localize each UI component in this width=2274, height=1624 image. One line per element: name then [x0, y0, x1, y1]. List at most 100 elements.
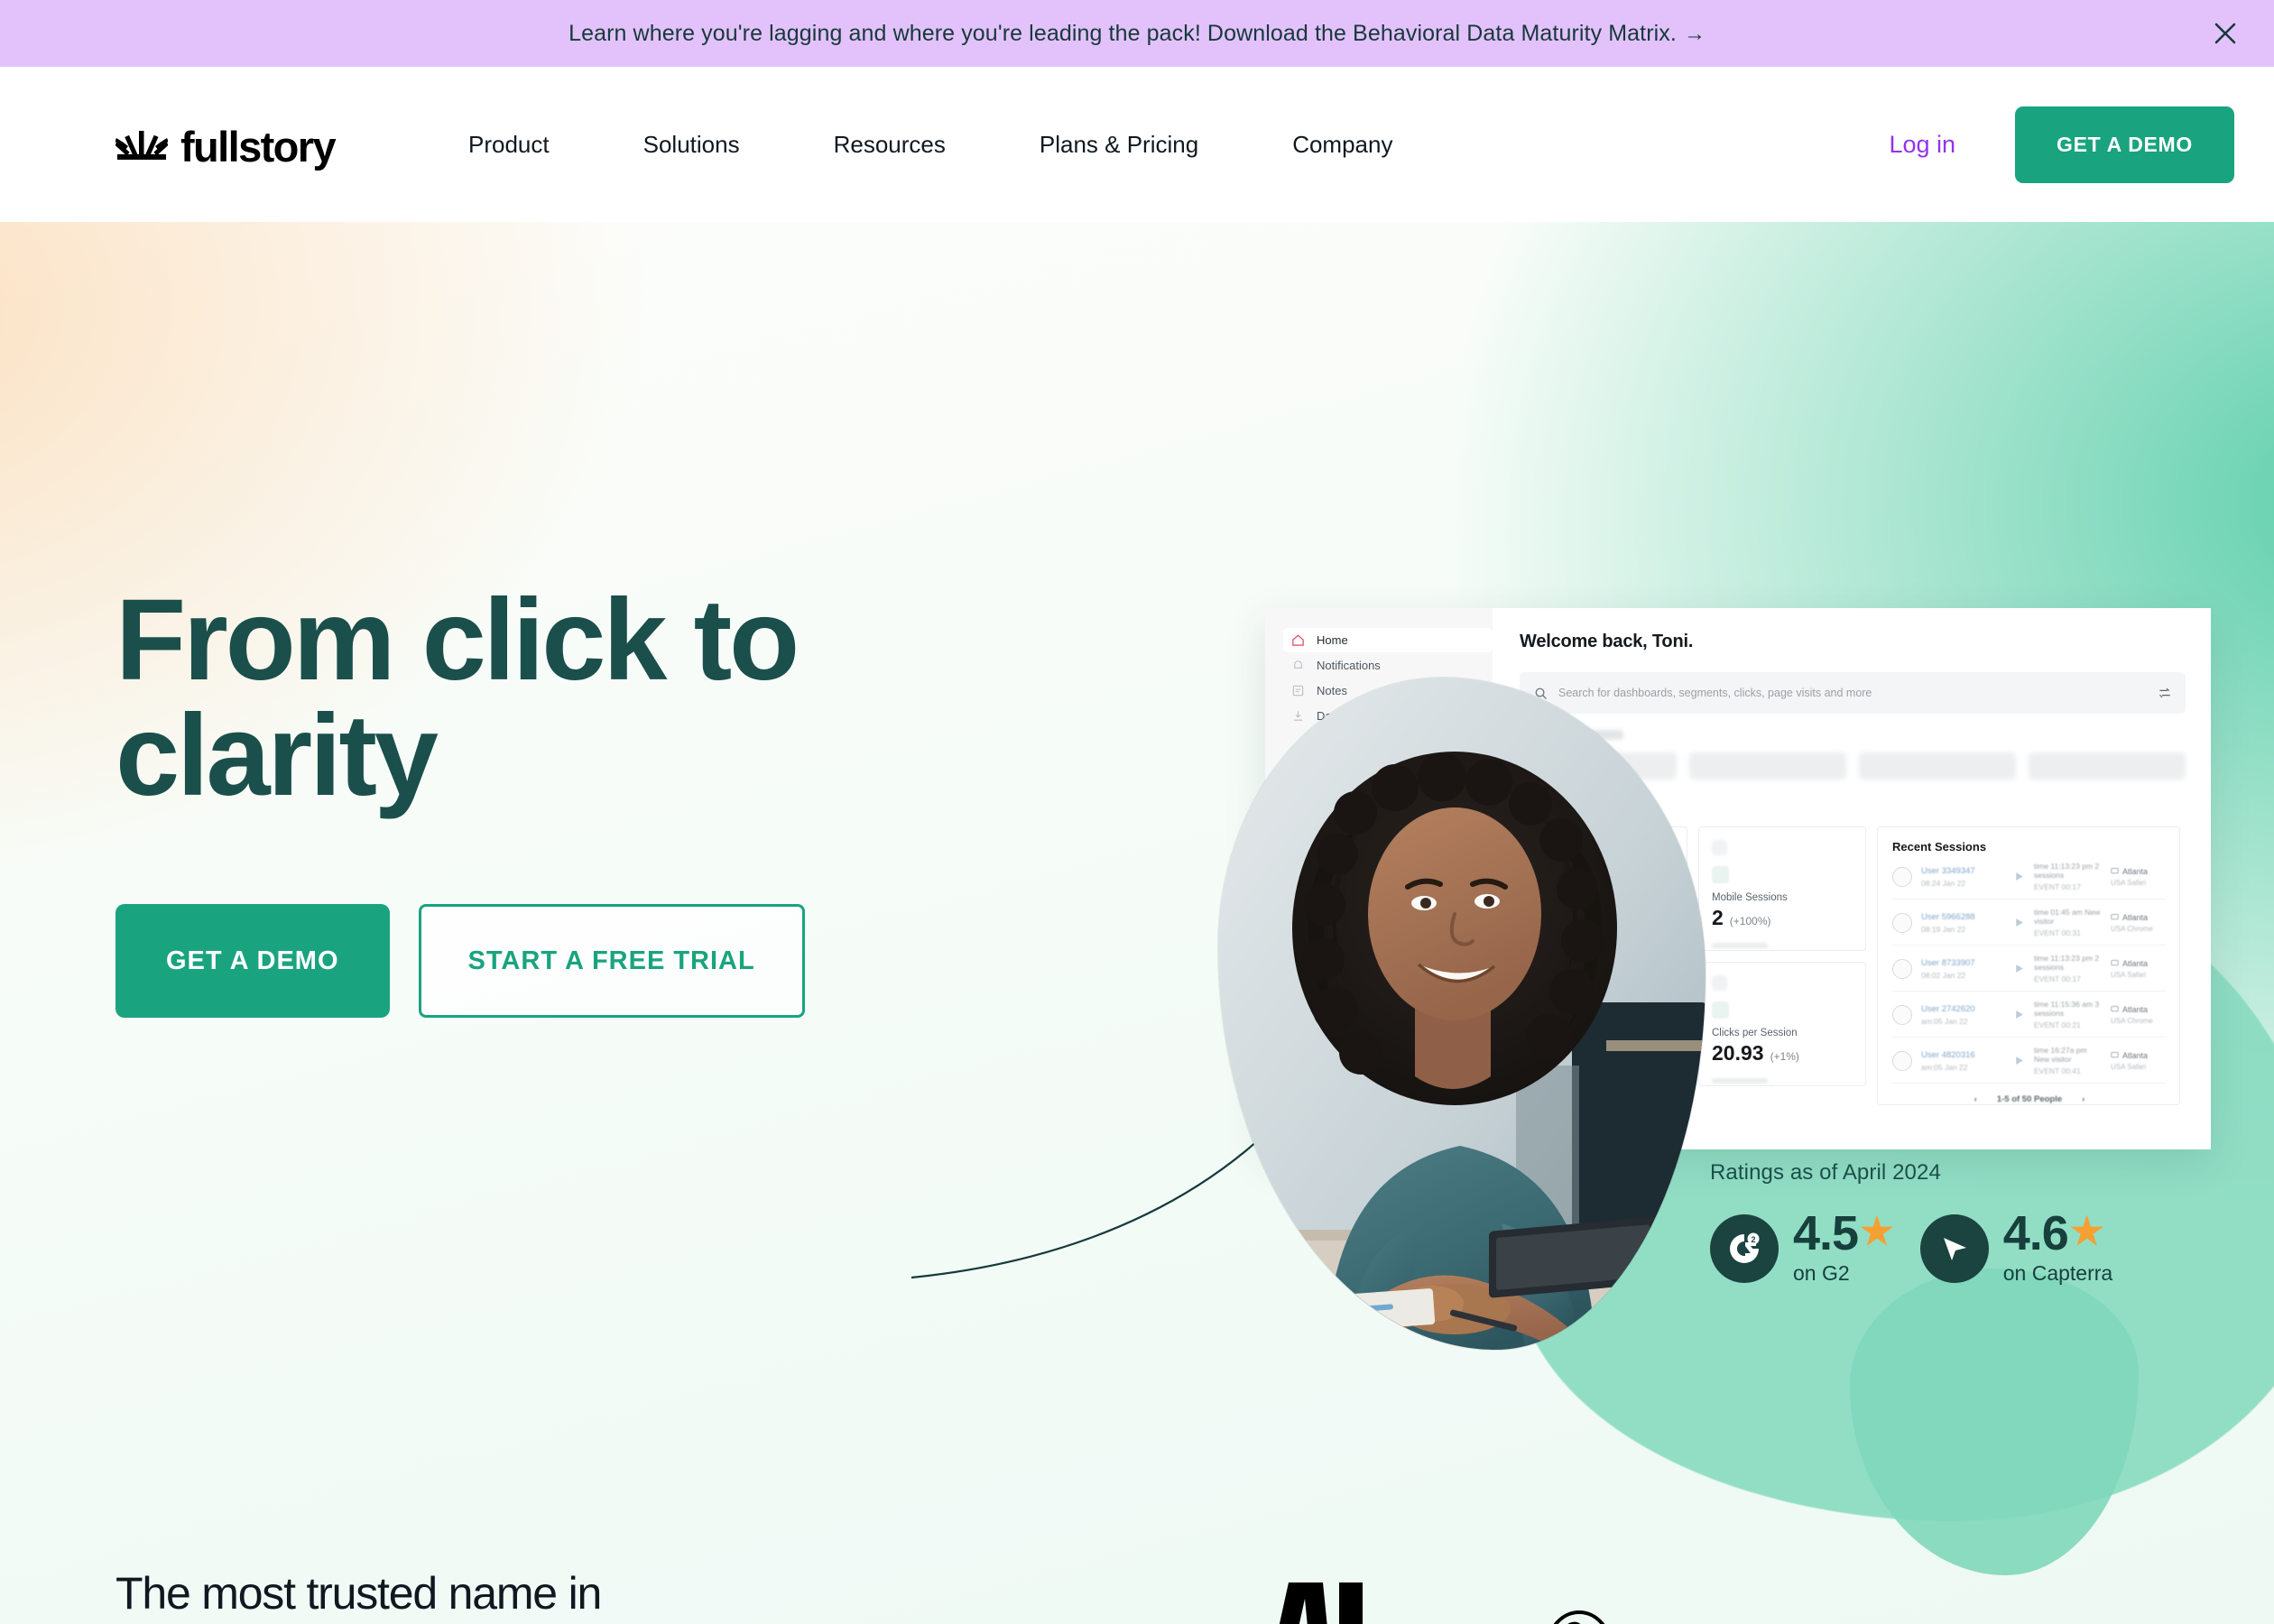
play-icon[interactable] — [2013, 917, 2025, 928]
announcement-message[interactable]: Learn where you're lagging and where you… — [568, 21, 1706, 47]
metric-card-mobile-sessions: Mobile Sessions 2 (+100%) — [1698, 826, 1866, 951]
dashboard-chip — [1689, 752, 1846, 780]
dashboard-sidebar-item-notifications[interactable]: Notifications — [1283, 653, 1493, 678]
trusted-heading-line-1: The most trusted name in — [116, 1568, 602, 1619]
dashboard-chip — [1859, 752, 2016, 780]
dashboard-search-bar[interactable]: Search for dashboards, segments, clicks,… — [1520, 672, 2186, 714]
session-user: User 8733907 — [1921, 957, 1975, 968]
metric-value: 20.93 — [1712, 1041, 1764, 1065]
dashboard-metric-column: Mobile Sessions 2 (+100%) Clicks per Ses… — [1698, 826, 1866, 1105]
nav-actions: Log in GET A DEMO — [1889, 106, 2234, 183]
metric-delta: (+100%) — [1729, 915, 1771, 927]
hero-cta-group: GET A DEMO START A FREE TRIAL — [116, 904, 1108, 1018]
session-user: User 2742620 — [1921, 1003, 1975, 1014]
rating-g2: 2 4.5 ★ on G2 — [1710, 1206, 1894, 1286]
table-row[interactable]: User 8733907 08:02 Jan 22 time 11:13:23 … — [1892, 946, 2167, 992]
filter-icon[interactable] — [2158, 687, 2171, 699]
mammut-logo: MAMMUT — [1544, 1610, 1776, 1624]
ratings-block: Ratings as of April 2024 2 4.5 ★ on G2 4… — [1710, 1160, 2215, 1286]
avatar — [1892, 958, 1912, 979]
session-date: 08:19 Jan 22 — [1921, 924, 1966, 934]
session-user-meta: User 5966288 08:19 Jan 22 — [1921, 912, 2004, 934]
metric-value: 2 — [1712, 906, 1724, 929]
mammut-mammoth-icon — [1553, 1610, 1605, 1624]
monitor-icon — [2111, 1052, 2119, 1058]
recent-sessions-panel: Recent Sessions User 3349347 08:24 Jan 2… — [1877, 826, 2180, 1105]
metric-trend-icon — [1712, 1001, 1729, 1019]
session-desc-primary: time 11:13:23 pm 2 sessions — [2034, 862, 2100, 880]
session-location-sub: USA Chrome — [2111, 924, 2153, 933]
dashboard-chip — [2029, 752, 2186, 780]
play-icon[interactable] — [2013, 963, 2025, 974]
hero-get-a-demo-button[interactable]: GET A DEMO — [116, 904, 390, 1018]
dashboard-welcome-text: Welcome back, Toni. — [1520, 632, 1694, 651]
play-icon[interactable] — [2013, 871, 2025, 882]
metric-trend-icon — [1712, 866, 1729, 883]
nav-item-product[interactable]: Product — [468, 122, 550, 168]
session-date: am:05 Jan 22 — [1921, 1062, 1968, 1072]
session-date: am:05 Jan 22 — [1921, 1016, 1968, 1026]
session-desc-secondary: EVENT 00:17 — [2034, 974, 2081, 983]
rating-score: 4.6 — [2002, 1206, 2069, 1260]
session-location: Atlanta USA Safari — [2111, 959, 2167, 979]
monitor-icon — [2111, 1006, 2119, 1012]
metric-footnote — [1712, 1078, 1768, 1084]
page-title: From click to clarity — [116, 583, 1108, 814]
trusted-brands-section: The most trusted name in behavioral data… — [0, 1512, 2274, 1624]
table-row[interactable]: User 3349347 08:24 Jan 22 time 11:13:23 … — [1892, 854, 2167, 900]
rating-score: 4.5 — [1793, 1206, 1859, 1260]
table-row[interactable]: User 4820316 am:05 Jan 22 time 16:27a pm… — [1892, 1038, 2167, 1084]
brand-logo[interactable]: fullstory — [116, 124, 337, 168]
ratings-label: Ratings as of April 2024 — [1710, 1160, 1941, 1185]
session-user-meta: User 4820316 am:05 Jan 22 — [1921, 1050, 2004, 1072]
session-desc-secondary: EVENT 00:31 — [2034, 928, 2081, 937]
nav-item-solutions[interactable]: Solutions — [643, 122, 740, 168]
nav-get-a-demo-button[interactable]: GET A DEMO — [2015, 106, 2234, 183]
close-icon[interactable] — [2207, 15, 2243, 51]
arrow-right-icon: → — [1683, 21, 1706, 46]
session-desc-primary: time 01:45 am New visitor — [2034, 908, 2101, 926]
hero-start-free-trial-button[interactable]: START A FREE TRIAL — [418, 904, 805, 1018]
hero-title-line-1: From click to — [116, 576, 800, 705]
session-description: time 01:45 am New visitor EVENT 00:31 — [2034, 908, 2102, 937]
addison-lee-logo: ADDISON LEE — [1247, 1582, 1425, 1624]
nav-item-plans-pricing[interactable]: Plans & Pricing — [1040, 122, 1198, 168]
nav-item-company[interactable]: Company — [1292, 122, 1392, 168]
download-icon — [1293, 711, 1303, 721]
table-row[interactable]: User 2742620 am:05 Jan 22 time 11:15:36 … — [1892, 992, 2167, 1038]
customer-logos: Demodesk ADDISON LEE MAMMUT — [910, 1582, 1776, 1624]
trusted-heading: The most trusted name in behavioral data… — [116, 1566, 910, 1624]
rating-source: on Capterra — [2002, 1261, 2113, 1286]
session-location-sub: USA Safari — [2111, 1062, 2147, 1071]
rating-capterra: 4.6 ★ on Capterra — [1919, 1206, 2113, 1286]
session-description: time 11:13:23 pm 2 sessions EVENT 00:17 — [2034, 862, 2102, 891]
chevron-left-icon[interactable]: ‹ — [1974, 1094, 1977, 1104]
dashboard-search-placeholder: Search for dashboards, segments, clicks,… — [1558, 687, 1872, 699]
session-date: 08:02 Jan 22 — [1921, 970, 1966, 980]
session-desc-primary: time 11:13:23 pm 2 sessions — [2034, 954, 2100, 972]
rating-score-row: 4.5 ★ — [1793, 1206, 1894, 1260]
metric-menu-icon — [1712, 840, 1727, 855]
capterra-cursor-icon — [1919, 1213, 1989, 1283]
login-link[interactable]: Log in — [1889, 131, 1955, 159]
recent-sessions-title: Recent Sessions — [1892, 840, 1987, 854]
session-user-meta: User 8733907 08:02 Jan 22 — [1921, 958, 2004, 980]
play-icon[interactable] — [2013, 1055, 2025, 1066]
play-icon[interactable] — [2013, 1009, 2025, 1020]
chevron-right-icon[interactable]: › — [2082, 1094, 2084, 1104]
session-location-sub: USA Chrome — [2111, 1016, 2153, 1025]
session-user: User 5966288 — [1921, 911, 1975, 922]
avatar — [1892, 866, 1912, 887]
metric-value-row: 20.93 (+1%) — [1712, 1041, 1853, 1066]
dashboard-sidebar-label: Home — [1317, 633, 1348, 647]
pagination-label: 1-5 of 50 People — [1996, 1094, 2063, 1104]
star-icon: ★ — [1860, 1210, 1894, 1252]
session-user: User 4820316 — [1921, 1049, 1975, 1060]
session-city-label: Atlanta — [2122, 1050, 2149, 1060]
session-desc-secondary: EVENT 00:41 — [2034, 1066, 2081, 1075]
dashboard-sidebar-item-home[interactable]: Home — [1283, 628, 1493, 652]
nav-item-resources[interactable]: Resources — [834, 122, 946, 168]
session-location-sub: USA Safari — [2111, 878, 2147, 887]
table-row[interactable]: User 5966288 08:19 Jan 22 time 01:45 am … — [1892, 900, 2167, 946]
bell-icon — [1293, 660, 1303, 669]
